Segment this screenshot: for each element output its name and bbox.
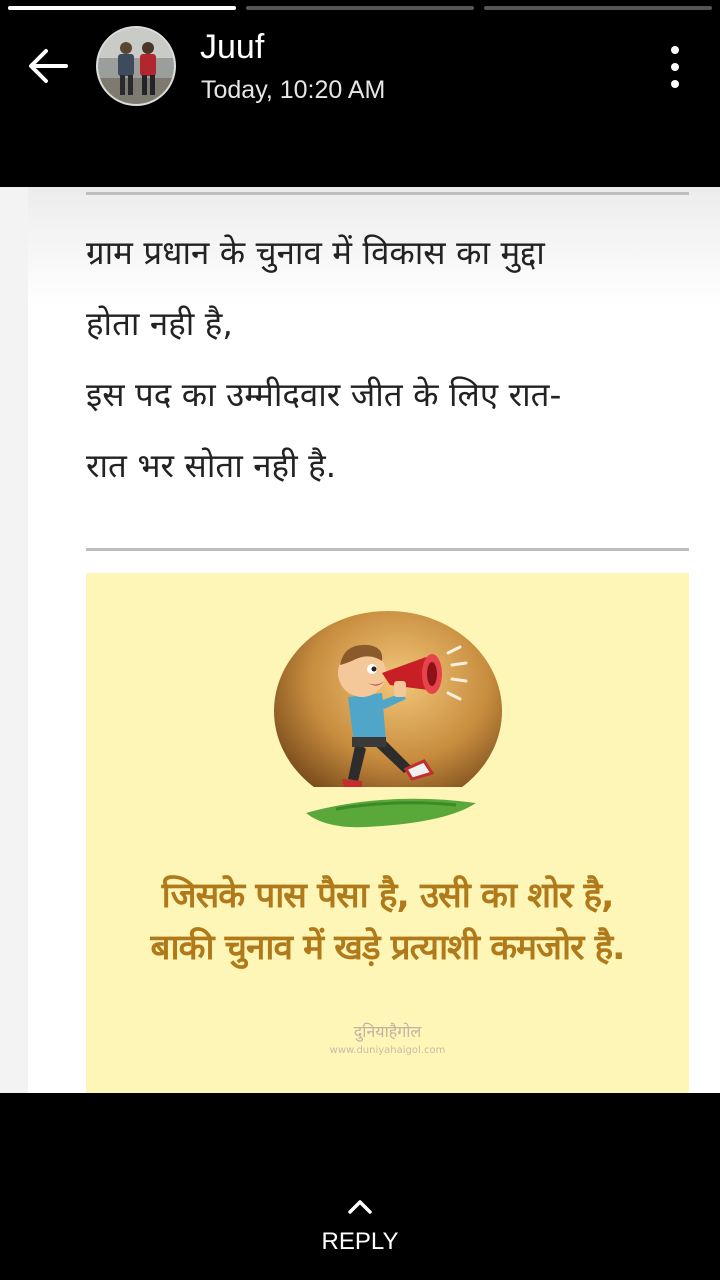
poem-line: होता नही है, [86, 304, 233, 343]
quote-text: जिसके पास पैसा है, उसी का शोर है, बाकी च… [86, 870, 689, 974]
watermark-title: दुनियाहैगोल [353, 1022, 422, 1041]
reply-button[interactable]: REPLY [300, 1190, 420, 1260]
divider [86, 548, 689, 551]
chevron-up-icon [348, 1200, 372, 1214]
progress-fill [8, 6, 236, 10]
progress-segment [8, 6, 236, 10]
menu-dot [671, 63, 679, 71]
status-progress [8, 6, 712, 10]
quote-line: बाकी चुनाव में खड़े प्रत्याशी कमजोर है. [150, 928, 626, 968]
watermark-url: www.duniyahaigol.com [329, 1045, 446, 1056]
contact-name[interactable]: Juuf [200, 28, 264, 67]
divider [86, 192, 689, 195]
megaphone-boy-illustration [266, 611, 516, 828]
avatar[interactable] [96, 26, 176, 106]
quote-image: जिसके पास पैसा है, उसी का शोर है, बाकी च… [86, 573, 689, 1093]
poem-line: रात भर सोता नही है. [86, 446, 337, 485]
poem-text: ग्राम प्रधान के चुनाव में विकास का मुद्द… [86, 217, 686, 501]
poem-line: इस पद का उम्मीदवार जीत के लिए रात- [86, 375, 562, 414]
avatar-photo [98, 28, 174, 104]
arrow-left-icon [29, 49, 68, 83]
menu-dot [671, 80, 679, 88]
progress-segment [246, 6, 474, 10]
more-options-button[interactable] [660, 46, 690, 88]
left-margin [0, 187, 28, 1093]
reply-label: REPLY [321, 1228, 399, 1255]
more-vertical-icon [671, 46, 679, 54]
back-button[interactable] [26, 44, 70, 88]
status-timestamp: Today, 10:20 AM [201, 76, 386, 104]
poem-line: ग्राम प्रधान के चुनाव में विकास का मुद्द… [86, 233, 545, 272]
quote-line: जिसके पास पैसा है, उसी का शोर है, [161, 876, 615, 916]
status-content[interactable]: ग्राम प्रधान के चुनाव में विकास का मुद्द… [0, 187, 720, 1093]
progress-segment [484, 6, 712, 10]
